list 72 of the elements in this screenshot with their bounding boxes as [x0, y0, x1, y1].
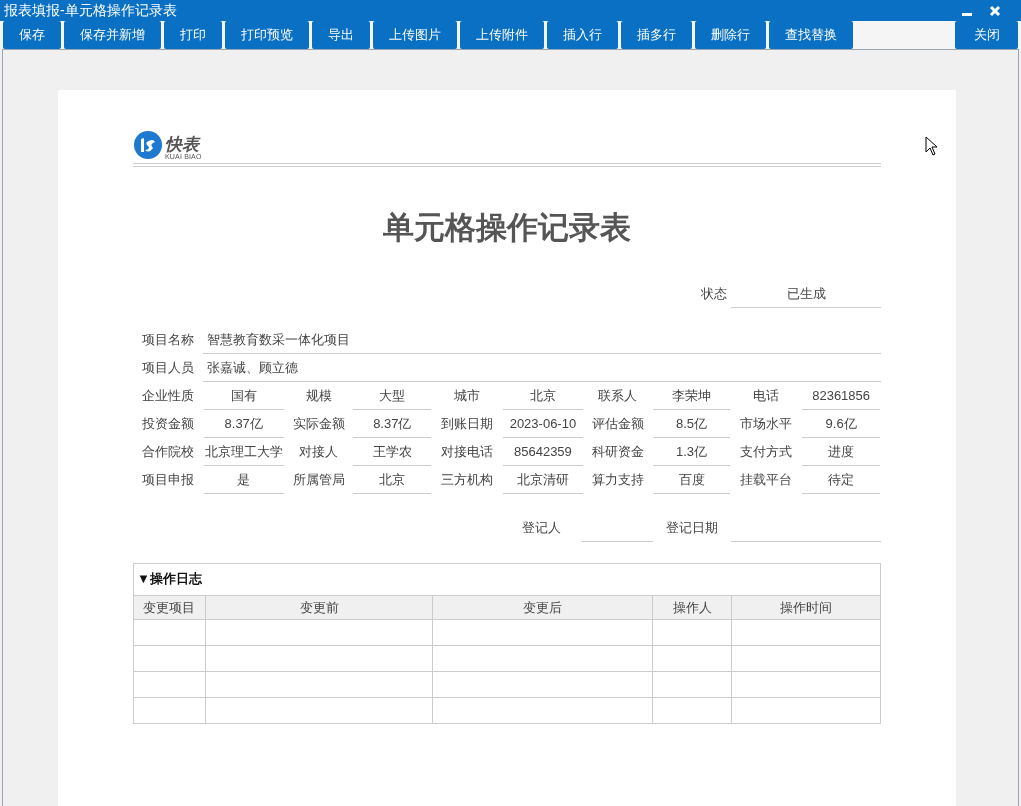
close-icon[interactable]	[989, 4, 1001, 17]
status-value: 已生成	[731, 279, 881, 308]
logo-icon	[133, 130, 163, 160]
field-label: 实际金额	[291, 414, 346, 433]
field-value: 李荣坤	[652, 381, 731, 410]
field-label: 合作院校	[140, 442, 195, 461]
field-value: 8.37亿	[203, 409, 284, 438]
field-label: 状态	[700, 284, 728, 303]
toolbar-button[interactable]: 删除行	[695, 21, 766, 49]
field-value: 北京	[503, 381, 583, 410]
field-value: 1.3亿	[652, 437, 731, 466]
toolbar-button[interactable]: 保存	[3, 21, 61, 49]
field-label: 市场水平	[739, 414, 794, 433]
field-value: 张嘉诚、顾立德	[203, 353, 881, 382]
toolbar-button[interactable]: 导出	[312, 21, 370, 49]
field-value: 智慧教育数采一体化项目	[203, 325, 881, 354]
field-value: 8.5亿	[652, 409, 731, 438]
field-value: 是	[203, 465, 284, 494]
field-label: 科研资金	[590, 442, 645, 461]
toolbar-button[interactable]: 上传图片	[373, 21, 457, 49]
field-label: 三方机构	[440, 470, 495, 489]
toolbar-button[interactable]: 插多行	[621, 21, 692, 49]
toolbar-button[interactable]: 保存并新增	[64, 21, 161, 49]
field-value: 北京	[353, 465, 432, 494]
field-label: 算力支持	[590, 470, 645, 489]
toolbar-button[interactable]: 上传附件	[460, 21, 544, 49]
field-value: 82361856	[802, 381, 880, 410]
field-value: 北京理工大学	[203, 437, 284, 466]
close-button[interactable]: 关闭	[955, 21, 1018, 49]
field-value: 2023-06-10	[503, 409, 583, 438]
window-title: 报表填报-单元格操作记录表	[4, 1, 177, 20]
field-value: 9.6亿	[802, 409, 880, 438]
field-value: 北京清研	[503, 465, 583, 494]
field-value: 国有	[203, 381, 284, 410]
field-label: 登记日期	[665, 518, 719, 537]
field-label: 登记人	[520, 518, 562, 537]
column-header: 变更后	[432, 595, 653, 619]
field-label: 到账日期	[440, 414, 495, 433]
field-label: 对接人	[298, 442, 339, 461]
field-label: 企业性质	[140, 386, 195, 405]
field-value: 8.37亿	[353, 409, 432, 438]
field-value: 百度	[652, 465, 731, 494]
column-header: 操作时间	[730, 595, 880, 619]
field-value: 大型	[353, 381, 432, 410]
field-value: 待定	[802, 465, 880, 494]
field-label: 投资金额	[140, 414, 195, 433]
cursor-icon	[925, 136, 939, 156]
field-label: 支付方式	[739, 442, 794, 461]
field-label: 对接电话	[440, 442, 495, 461]
field-label: 评估金额	[590, 414, 645, 433]
column-header: 操作人	[652, 595, 731, 619]
field-label: 项目申报	[140, 470, 195, 489]
toolbar-button[interactable]: 查找替换	[769, 21, 853, 49]
field-label: 规模	[304, 386, 333, 405]
log-section-title[interactable]: ▼操作日志	[137, 569, 202, 589]
field-label: 项目名称	[141, 330, 195, 349]
toolbar-button[interactable]: 打印预览	[225, 21, 309, 49]
field-value: 85642359	[503, 437, 583, 466]
toolbar-button[interactable]: 打印	[164, 21, 222, 49]
field-value: 进度	[802, 437, 880, 466]
column-header: 变更前	[204, 595, 433, 619]
field-label: 城市	[453, 386, 482, 405]
field-label: 电话	[752, 386, 781, 405]
field-value: 王学农	[353, 437, 432, 466]
field-label: 项目人员	[141, 358, 195, 377]
logo-text: 快表	[165, 136, 202, 153]
field-label: 挂载平台	[739, 470, 794, 489]
report-title: 单元格操作记录表	[383, 209, 631, 247]
field-label: 联系人	[597, 386, 639, 405]
column-header: 变更项目	[142, 598, 197, 617]
toolbar-button[interactable]: 插入行	[547, 21, 618, 49]
field-label: 所属管局	[291, 470, 346, 489]
